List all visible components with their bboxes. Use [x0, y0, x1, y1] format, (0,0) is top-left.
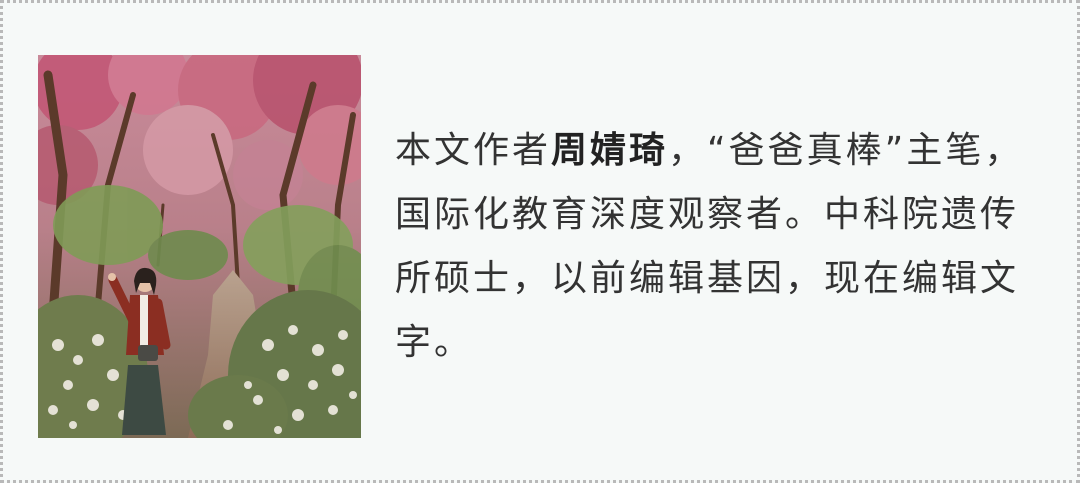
- author-card: 本文作者周婧琦，“爸爸真棒”主笔，国际化教育深度观察者。中科院遗传所硕士，以前编…: [0, 0, 1080, 483]
- author-bio: 本文作者周婧琦，“爸爸真棒”主笔，国际化教育深度观察者。中科院遗传所硕士，以前编…: [395, 119, 1045, 375]
- author-name: 周婧琦: [551, 130, 669, 171]
- bio-prefix: 本文作者: [395, 130, 552, 171]
- author-photo: [38, 55, 361, 438]
- author-photo-illustration: [38, 55, 361, 438]
